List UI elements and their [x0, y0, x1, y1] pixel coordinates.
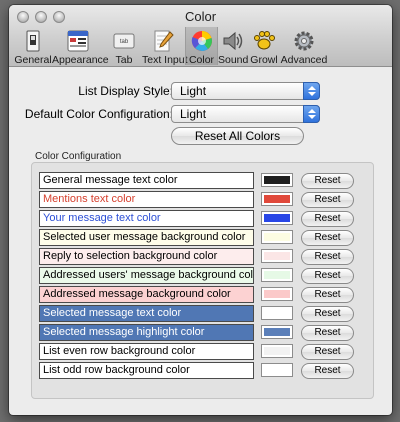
color-setting-label: List even row background color — [39, 343, 254, 360]
color-setting-label: List odd row background color — [39, 362, 254, 379]
tab-key-icon: tab — [113, 33, 135, 49]
reset-all-colors-button[interactable]: Reset All Colors — [171, 127, 304, 145]
reset-color-button[interactable]: Reset — [301, 325, 354, 341]
color-well[interactable] — [261, 211, 293, 225]
color-well[interactable] — [261, 173, 293, 187]
color-configuration-title: Color Configuration — [35, 151, 122, 162]
reset-color-button[interactable]: Reset — [301, 344, 354, 360]
color-well[interactable] — [261, 325, 293, 339]
svg-text:tab: tab — [120, 39, 129, 45]
toolbar-text-input[interactable]: Text Input — [142, 27, 188, 66]
switch-icon — [26, 30, 40, 52]
toolbar-advanced[interactable]: Advanced — [280, 27, 328, 66]
toolbar-general[interactable]: General — [14, 27, 52, 66]
reset-color-button[interactable]: Reset — [301, 268, 354, 284]
popup-arrows-icon — [303, 105, 320, 123]
pencil-icon — [154, 30, 174, 52]
default-color-configuration-popup[interactable]: Light — [171, 105, 320, 123]
color-setting-label: General message text color — [39, 172, 254, 189]
color-setting-label: Selected message highlight color — [39, 324, 254, 341]
growl-paw-icon — [254, 31, 275, 50]
reset-color-button[interactable]: Reset — [301, 230, 354, 246]
color-well-fill — [264, 309, 290, 317]
color-well-fill — [264, 214, 290, 222]
list-display-style-label: List Display Style: — [78, 84, 173, 98]
color-setting-label: Addressed users' message background colo… — [39, 267, 254, 284]
list-display-style-popup[interactable]: Light — [171, 82, 320, 100]
reset-color-button[interactable]: Reset — [301, 363, 354, 379]
toolbar-tab[interactable]: tab Tab — [107, 27, 141, 66]
reset-color-button[interactable]: Reset — [301, 173, 354, 189]
color-well-fill — [264, 195, 290, 203]
color-well-fill — [264, 290, 290, 298]
toolbar-sound[interactable]: Sound — [218, 27, 248, 66]
speaker-icon — [223, 31, 243, 51]
list-display-style-value: Light — [180, 84, 207, 98]
file-new-icon — [67, 30, 89, 52]
color-well-fill — [264, 233, 290, 241]
color-wheel-icon — [191, 31, 212, 51]
toolbar-appearance[interactable]: Appearance — [52, 27, 109, 66]
reset-color-button[interactable]: Reset — [301, 306, 354, 322]
color-well[interactable] — [261, 230, 293, 244]
color-well[interactable] — [261, 363, 293, 377]
color-well-fill — [264, 252, 290, 260]
color-well-fill — [264, 271, 290, 279]
reset-color-button[interactable]: Reset — [301, 287, 354, 303]
toolbar-color[interactable]: Color — [185, 27, 218, 66]
color-setting-label: Reply to selection background color — [39, 248, 254, 265]
default-color-configuration-label: Default Color Configuration: — [24, 107, 173, 121]
color-well[interactable] — [261, 287, 293, 301]
color-well[interactable] — [261, 268, 293, 282]
reset-color-button[interactable]: Reset — [301, 192, 354, 208]
color-well-fill — [264, 328, 290, 336]
toolbar-growl[interactable]: Growl — [248, 27, 280, 66]
color-setting-label: Selected message text color — [39, 305, 254, 322]
reset-color-button[interactable]: Reset — [301, 249, 354, 265]
default-color-configuration-value: Light — [180, 107, 207, 121]
color-well-fill — [264, 176, 290, 184]
color-well-fill — [264, 366, 290, 374]
popup-arrows-icon — [303, 82, 320, 100]
color-setting-label: Mentions text color — [39, 191, 254, 208]
window-toolbar: Color General Appearance tab Tab Text In… — [9, 5, 392, 67]
color-well[interactable] — [261, 192, 293, 206]
color-well[interactable] — [261, 344, 293, 358]
color-setting-label: Your message text color — [39, 210, 254, 227]
color-well[interactable] — [261, 249, 293, 263]
gear-icon — [294, 31, 314, 51]
color-well[interactable] — [261, 306, 293, 320]
color-setting-label: Addressed message background color — [39, 286, 254, 303]
reset-color-button[interactable]: Reset — [301, 211, 354, 227]
window-title: Color — [184, 9, 217, 24]
color-setting-label: Selected user message background color — [39, 229, 254, 246]
preferences-window: Color General Appearance tab Tab Text In… — [9, 5, 392, 415]
color-well-fill — [264, 347, 290, 355]
